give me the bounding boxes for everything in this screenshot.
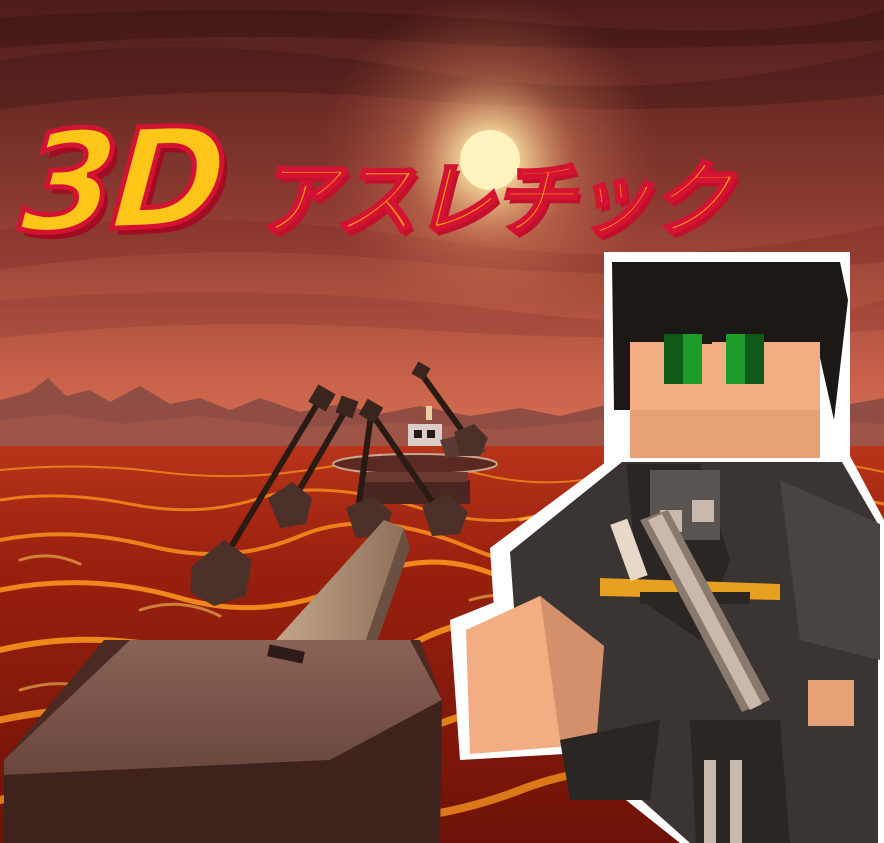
game-title-screen: 3D アスレチック bbox=[0, 0, 884, 843]
title-athletic-logo: アスレチック bbox=[249, 152, 750, 250]
title-3d-logo: 3D bbox=[14, 94, 229, 267]
